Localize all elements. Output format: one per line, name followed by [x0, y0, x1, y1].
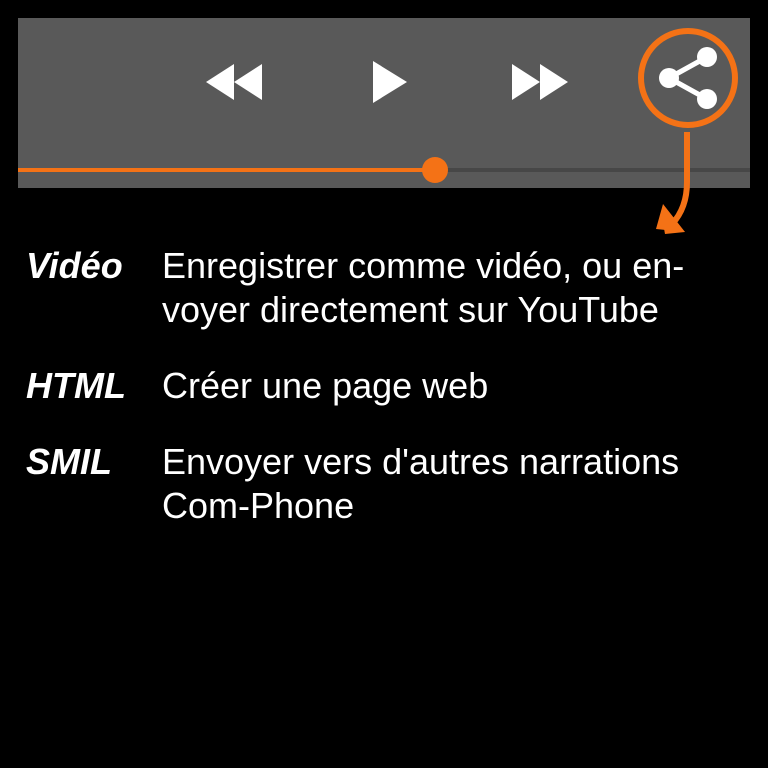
share-icon [638, 28, 738, 128]
export-option-html: HTML Créer une page web [26, 364, 750, 408]
rewind-button[interactable] [196, 56, 272, 108]
fast-forward-icon [512, 64, 568, 100]
play-icon [373, 61, 407, 103]
seek-progress [18, 168, 436, 172]
export-option-video: Vidéo Enregistrer comme vidéo, ou en-voy… [26, 244, 750, 332]
media-player [18, 18, 750, 188]
callout-arrow-icon [656, 132, 690, 234]
share-button[interactable] [636, 26, 740, 130]
option-description: Enregistrer comme vidéo, ou en-voyer dir… [162, 245, 685, 330]
option-description: Envoyer vers d'autres narrations Com-Pho… [162, 441, 680, 526]
export-options-list: Vidéo Enregistrer comme vidéo, ou en-voy… [26, 244, 750, 560]
option-term: SMIL [26, 441, 112, 482]
play-button[interactable] [362, 56, 418, 108]
export-option-smil: SMIL Envoyer vers d'autres narrations Co… [26, 440, 750, 528]
option-description: Créer une page web [162, 365, 489, 406]
seek-bar[interactable] [18, 157, 750, 183]
fast-forward-button[interactable] [502, 56, 578, 108]
rewind-icon [206, 64, 262, 100]
option-term: HTML [26, 365, 126, 406]
seek-thumb[interactable] [422, 157, 449, 183]
option-term: Vidéo [26, 245, 123, 286]
